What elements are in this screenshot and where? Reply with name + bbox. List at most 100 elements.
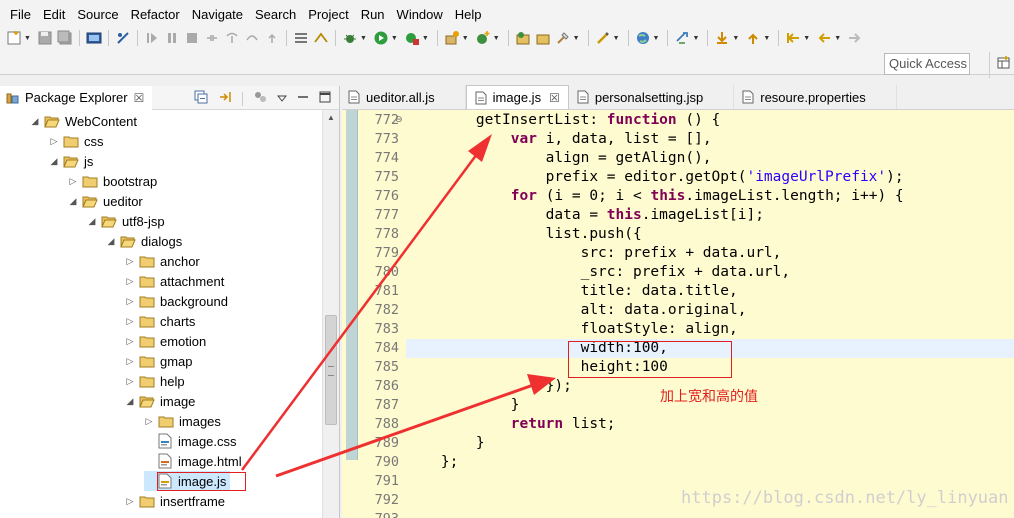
web-browser-icon[interactable] [635, 30, 651, 46]
menu-help[interactable]: Help [449, 0, 488, 30]
expanded-twisty-icon[interactable]: ◢ [49, 156, 59, 167]
close-icon[interactable]: ☒ [549, 91, 560, 105]
menu-project[interactable]: Project [302, 0, 354, 30]
open-type-icon[interactable] [515, 30, 531, 46]
code-line[interactable]: } [406, 434, 1014, 453]
code-line[interactable]: alt: data.original, [406, 301, 1014, 320]
tree-item-background[interactable]: ▷ background [125, 291, 228, 311]
step-over-icon[interactable] [244, 30, 260, 46]
tree-item-utf8-jsp[interactable]: ◢ utf8-jsp [87, 211, 165, 231]
tab-resoure-properties[interactable]: resoure.properties [734, 85, 897, 109]
menu-source[interactable]: Source [71, 0, 124, 30]
collapsed-twisty-icon[interactable]: ▷ [68, 176, 78, 187]
prev-annotation-icon[interactable] [745, 30, 761, 46]
collapsed-twisty-icon[interactable]: ▷ [144, 416, 154, 427]
dropdown-arrow-icon[interactable]: ▼ [613, 35, 620, 42]
view-menu-icon[interactable] [276, 92, 288, 106]
close-icon[interactable]: ☒ [134, 91, 145, 105]
tree-item-image-html[interactable]: image.html [144, 451, 242, 471]
menu-search[interactable]: Search [249, 0, 302, 30]
collapsed-twisty-icon[interactable]: ▷ [125, 496, 135, 507]
menu-run[interactable]: Run [355, 0, 391, 30]
menu-refactor[interactable]: Refactor [125, 0, 186, 30]
tab-personalsetting-jsp[interactable]: personalsetting.jsp [569, 85, 735, 109]
collapsed-twisty-icon[interactable]: ▷ [125, 316, 135, 327]
menu-file[interactable]: File [4, 0, 37, 30]
code-line[interactable]: list.push({ [406, 225, 1014, 244]
collapsed-twisty-icon[interactable]: ▷ [125, 336, 135, 347]
collapsed-twisty-icon[interactable]: ▷ [125, 276, 135, 287]
expanded-twisty-icon[interactable]: ◢ [68, 196, 78, 207]
back-icon[interactable] [816, 30, 832, 46]
dropdown-arrow-icon[interactable]: ▼ [422, 35, 429, 42]
dropdown-arrow-icon[interactable]: ▼ [834, 35, 841, 42]
save-all-icon[interactable] [57, 30, 73, 46]
tree-item-gmap[interactable]: ▷ gmap [125, 351, 193, 371]
code-area[interactable]: getInsertList: function () { var i, data… [406, 110, 1014, 518]
search-icon[interactable] [555, 30, 571, 46]
code-line[interactable]: src: prefix + data.url, [406, 244, 1014, 263]
tab-package-explorer[interactable]: Package Explorer ☒ [0, 85, 153, 110]
dropdown-arrow-icon[interactable]: ▼ [653, 35, 660, 42]
code-line[interactable]: _src: prefix + data.url, [406, 263, 1014, 282]
focus-icon[interactable] [253, 90, 267, 107]
dropdown-arrow-icon[interactable]: ▼ [360, 35, 367, 42]
code-line[interactable]: data = this.imageList[i]; [406, 206, 1014, 225]
dropdown-arrow-icon[interactable]: ▼ [803, 35, 810, 42]
tree-item-ueditor[interactable]: ◢ ueditor [68, 191, 143, 211]
open-perspective-icon[interactable] [997, 56, 1011, 73]
code-line[interactable]: getInsertList: function () { [406, 111, 1014, 130]
run-icon[interactable] [373, 30, 389, 46]
save-icon[interactable] [37, 30, 53, 46]
scroll-thumb[interactable] [325, 315, 337, 425]
collapsed-twisty-icon[interactable]: ▷ [125, 356, 135, 367]
tree-item-css[interactable]: ▷ css [49, 131, 104, 151]
terminate-icon[interactable] [184, 30, 200, 46]
dropdown-arrow-icon[interactable]: ▼ [493, 35, 500, 42]
dropdown-arrow-icon[interactable]: ▼ [391, 35, 398, 42]
drop-to-frame-icon[interactable] [293, 30, 309, 46]
code-line[interactable]: for (i = 0; i < this.imageList.length; i… [406, 187, 1014, 206]
collapsed-twisty-icon[interactable]: ▷ [125, 376, 135, 387]
tree-item-webcontent[interactable]: ◢ WebContent [30, 111, 138, 131]
pin-editor-icon[interactable] [674, 30, 690, 46]
tree-item-emotion[interactable]: ▷ emotion [125, 331, 207, 351]
code-line[interactable] [406, 510, 1014, 518]
new-project-icon[interactable] [444, 30, 460, 46]
expanded-twisty-icon[interactable]: ◢ [87, 216, 97, 227]
tree-item-attachment[interactable]: ▷ attachment [125, 271, 225, 291]
tab-image-js[interactable]: image.js ☒ [465, 85, 569, 109]
dropdown-arrow-icon[interactable]: ▼ [462, 35, 469, 42]
next-annotation-icon[interactable] [714, 30, 730, 46]
code-line[interactable]: return list; [406, 415, 1014, 434]
tree-item-insertframe[interactable]: ▷ insertframe [125, 491, 226, 511]
expanded-twisty-icon[interactable]: ◢ [125, 396, 135, 407]
collapsed-twisty-icon[interactable]: ▷ [49, 136, 59, 147]
step-return-icon[interactable] [264, 30, 280, 46]
terminal-icon[interactable] [86, 30, 102, 46]
expanded-twisty-icon[interactable]: ◢ [106, 236, 116, 247]
minimize-icon[interactable] [297, 91, 309, 106]
suspend-icon[interactable] [164, 30, 180, 46]
mark-occurrences-icon[interactable] [595, 30, 611, 46]
code-line[interactable]: floatStyle: align, [406, 320, 1014, 339]
tree-item-js[interactable]: ◢ js [49, 151, 94, 171]
tree-item-images[interactable]: ▷ images [144, 411, 221, 431]
use-step-filters-icon[interactable] [313, 30, 329, 46]
new-class-icon[interactable] [475, 30, 491, 46]
tree-scrollbar[interactable]: ▲ [322, 110, 339, 518]
last-edit-icon[interactable] [785, 30, 801, 46]
tree-item-bootstrap[interactable]: ▷ bootstrap [68, 171, 158, 191]
expanded-twisty-icon[interactable]: ◢ [30, 116, 40, 127]
dropdown-arrow-icon[interactable]: ▼ [763, 35, 770, 42]
dropdown-arrow-icon[interactable]: ▼ [692, 35, 699, 42]
menu-edit[interactable]: Edit [37, 0, 71, 30]
new-icon[interactable] [6, 30, 22, 46]
step-into-icon[interactable] [224, 30, 240, 46]
link-with-editor-icon[interactable] [218, 90, 232, 107]
tab-ueditor-all-js[interactable]: ueditor.all.js [342, 85, 466, 109]
code-line[interactable]: prefix = editor.getOpt('imageUrlPrefix')… [406, 168, 1014, 187]
code-line[interactable]: }; [406, 453, 1014, 472]
code-line[interactable]: var i, data, list = [], [406, 130, 1014, 149]
tree-item-help[interactable]: ▷ help [125, 371, 185, 391]
